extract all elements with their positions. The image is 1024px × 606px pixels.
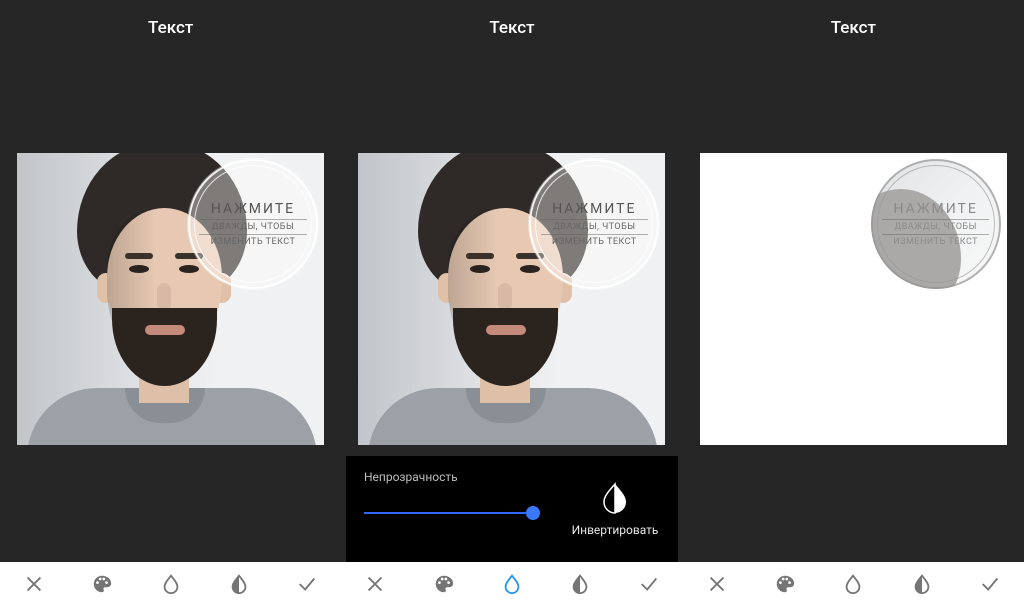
opacity-drop-icon[interactable] (158, 571, 184, 597)
text-badge-overlay[interactable]: НАЖМИТЕ ДВАЖДЫ, ЧТОБЫ ИЗМЕНИТЬ ТЕКСТ (188, 159, 318, 289)
pane-title: Текст (148, 18, 193, 38)
image-canvas[interactable]: НАЖМИТЕ ДВАЖДЫ, ЧТОБЫ ИЗМЕНИТЬ ТЕКСТ (700, 153, 1007, 445)
badge-line-1: НАЖМИТЕ (552, 201, 636, 217)
toolbar-group-2 (341, 562, 682, 606)
badge-line-3: ИЗМЕНИТЬ ТЕКСТ (541, 234, 648, 247)
badge-line-2: ДВАЖДЫ, ЧТОБЫ (541, 219, 648, 232)
cancel-button[interactable] (704, 571, 730, 597)
bottom-toolbar (0, 562, 1024, 606)
badge-line-2: ДВАЖДЫ, ЧТОБЫ (882, 219, 989, 232)
confirm-button[interactable] (636, 571, 662, 597)
opacity-drop-icon[interactable] (840, 571, 866, 597)
opacity-drop-icon[interactable] (499, 571, 525, 597)
editor-pane-1: Текст НАЖМИТЕ ДВАЖДЫ, ЧТОБЫ ИЗМЕНИТЬ ТЕК… (0, 0, 341, 562)
palette-icon[interactable] (89, 571, 115, 597)
invert-label: Инвертировать (572, 523, 659, 537)
pane-title: Текст (831, 18, 876, 38)
badge-line-1: НАЖМИТЕ (894, 201, 978, 217)
confirm-button[interactable] (294, 571, 320, 597)
editor-pane-3: Текст НАЖМИТЕ ДВАЖДЫ, ЧТОБЫ ИЗМЕНИТЬ ТЕК… (683, 0, 1024, 562)
text-badge-overlay[interactable]: НАЖМИТЕ ДВАЖДЫ, ЧТОБЫ ИЗМЕНИТЬ ТЕКСТ (871, 159, 1001, 289)
toolbar-group-1 (0, 562, 341, 606)
toolbar-group-3 (683, 562, 1024, 606)
opacity-label: Непрозрачность (364, 470, 534, 484)
text-badge-overlay[interactable]: НАЖМИТЕ ДВАЖДЫ, ЧТОБЫ ИЗМЕНИТЬ ТЕКСТ (529, 159, 659, 289)
opacity-invert-popup: Непрозрачность Инвертировать (346, 456, 678, 562)
invert-drop-icon[interactable] (909, 571, 935, 597)
cancel-button[interactable] (362, 571, 388, 597)
palette-icon[interactable] (772, 571, 798, 597)
opacity-control: Непрозрачность (346, 456, 552, 562)
invert-button[interactable]: Инвертировать (552, 456, 678, 562)
invert-drop-icon[interactable] (226, 571, 252, 597)
pane-title: Текст (489, 18, 534, 38)
badge-line-3: ИЗМЕНИТЬ ТЕКСТ (199, 234, 306, 247)
badge-line-3: ИЗМЕНИТЬ ТЕКСТ (882, 234, 989, 247)
opacity-slider-track[interactable] (364, 512, 534, 514)
invert-drop-icon[interactable] (567, 571, 593, 597)
palette-icon[interactable] (431, 571, 457, 597)
confirm-button[interactable] (977, 571, 1003, 597)
badge-line-2: ДВАЖДЫ, ЧТОБЫ (199, 219, 306, 232)
image-canvas[interactable]: НАЖМИТЕ ДВАЖДЫ, ЧТОБЫ ИЗМЕНИТЬ ТЕКСТ (17, 153, 324, 445)
badge-line-1: НАЖМИТЕ (211, 201, 295, 217)
image-canvas[interactable]: НАЖМИТЕ ДВАЖДЫ, ЧТОБЫ ИЗМЕНИТЬ ТЕКСТ (358, 153, 665, 445)
opacity-slider-thumb[interactable] (526, 506, 540, 520)
invert-icon (598, 481, 632, 515)
cancel-button[interactable] (21, 571, 47, 597)
